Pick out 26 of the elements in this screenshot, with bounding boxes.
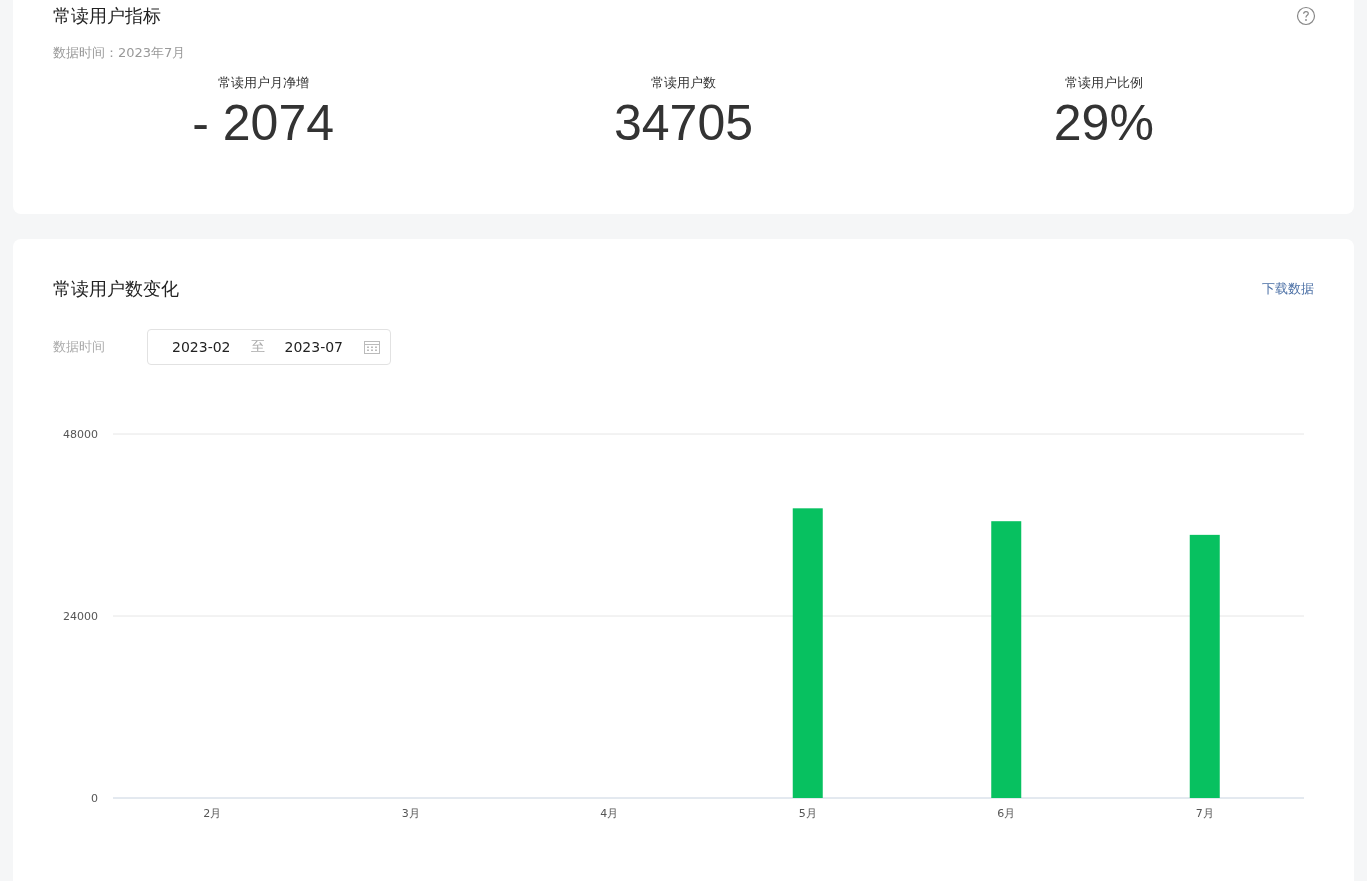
- calendar-icon: [364, 340, 380, 354]
- metric-value: - 2074: [192, 94, 335, 152]
- date-range-picker[interactable]: 2023-02 至 2023-07: [147, 329, 391, 365]
- metric-value: 29%: [1053, 94, 1154, 152]
- help-icon[interactable]: [1296, 6, 1316, 26]
- metric-label: 常读用户数: [651, 74, 716, 92]
- end-date: 2023-07: [284, 339, 343, 355]
- y-tick-label: 0: [91, 792, 98, 805]
- x-tick-label: 3月: [401, 807, 420, 820]
- start-date: 2023-02: [172, 339, 231, 355]
- y-tick-label: 48000: [63, 428, 98, 441]
- x-tick-label: 7月: [1195, 807, 1214, 820]
- y-tick-label: 24000: [63, 610, 98, 623]
- download-link[interactable]: 下载数据: [1262, 280, 1314, 298]
- metric-value: 34705: [613, 94, 753, 152]
- range-label: 数据时间: [53, 338, 106, 356]
- data-time: 数据时间：2023年7月: [53, 44, 187, 62]
- x-tick-label: 4月: [600, 807, 619, 820]
- x-tick-label: 5月: [798, 807, 817, 820]
- x-tick-label: 6月: [997, 807, 1016, 820]
- metric-label: 常读用户月净增: [217, 74, 309, 92]
- section-title: 常读用户数变化: [53, 277, 179, 301]
- section-title: 常读用户指标: [53, 4, 161, 28]
- metric-label: 常读用户比例: [1064, 74, 1143, 92]
- range-separator: 至: [250, 338, 265, 356]
- x-tick-label: 2月: [203, 807, 222, 820]
